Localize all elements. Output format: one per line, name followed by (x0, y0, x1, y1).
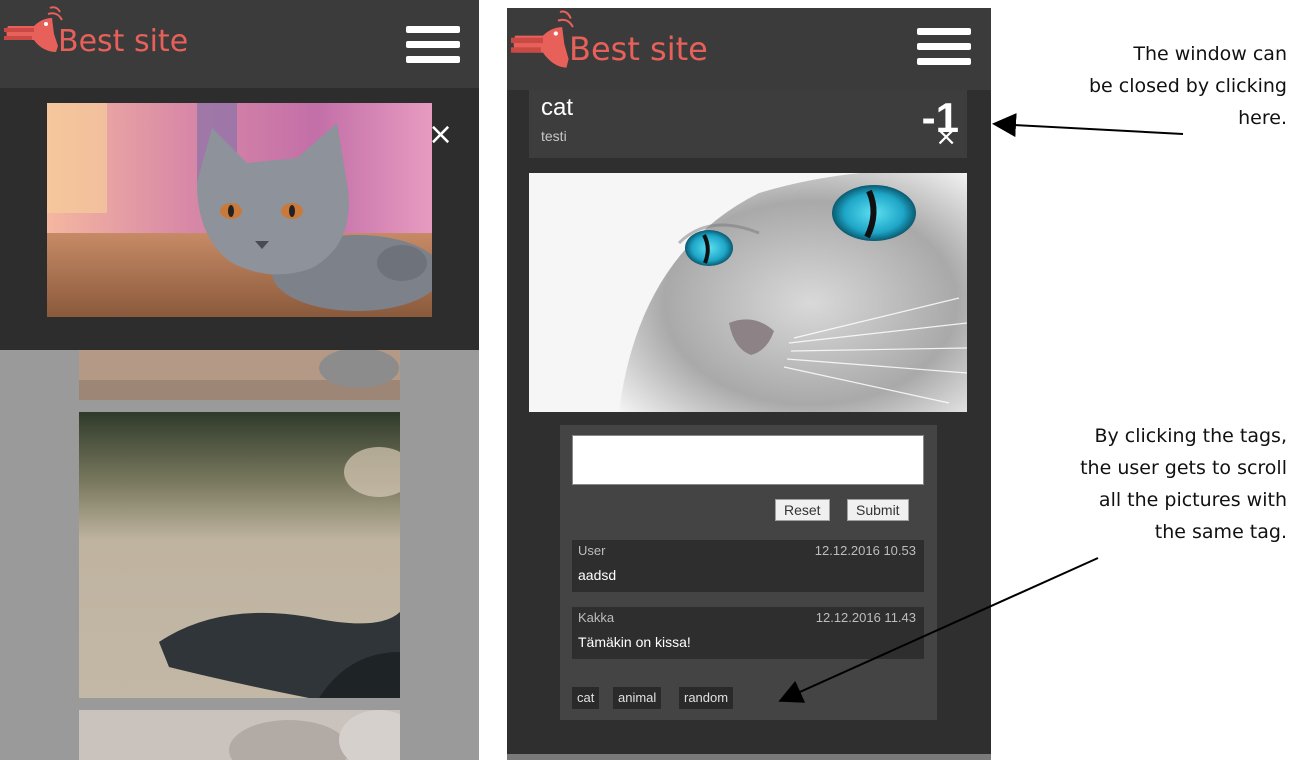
close-arrow (992, 113, 1184, 138)
tags-arrow (778, 557, 1099, 703)
annotation-arrows (778, 113, 1184, 703)
